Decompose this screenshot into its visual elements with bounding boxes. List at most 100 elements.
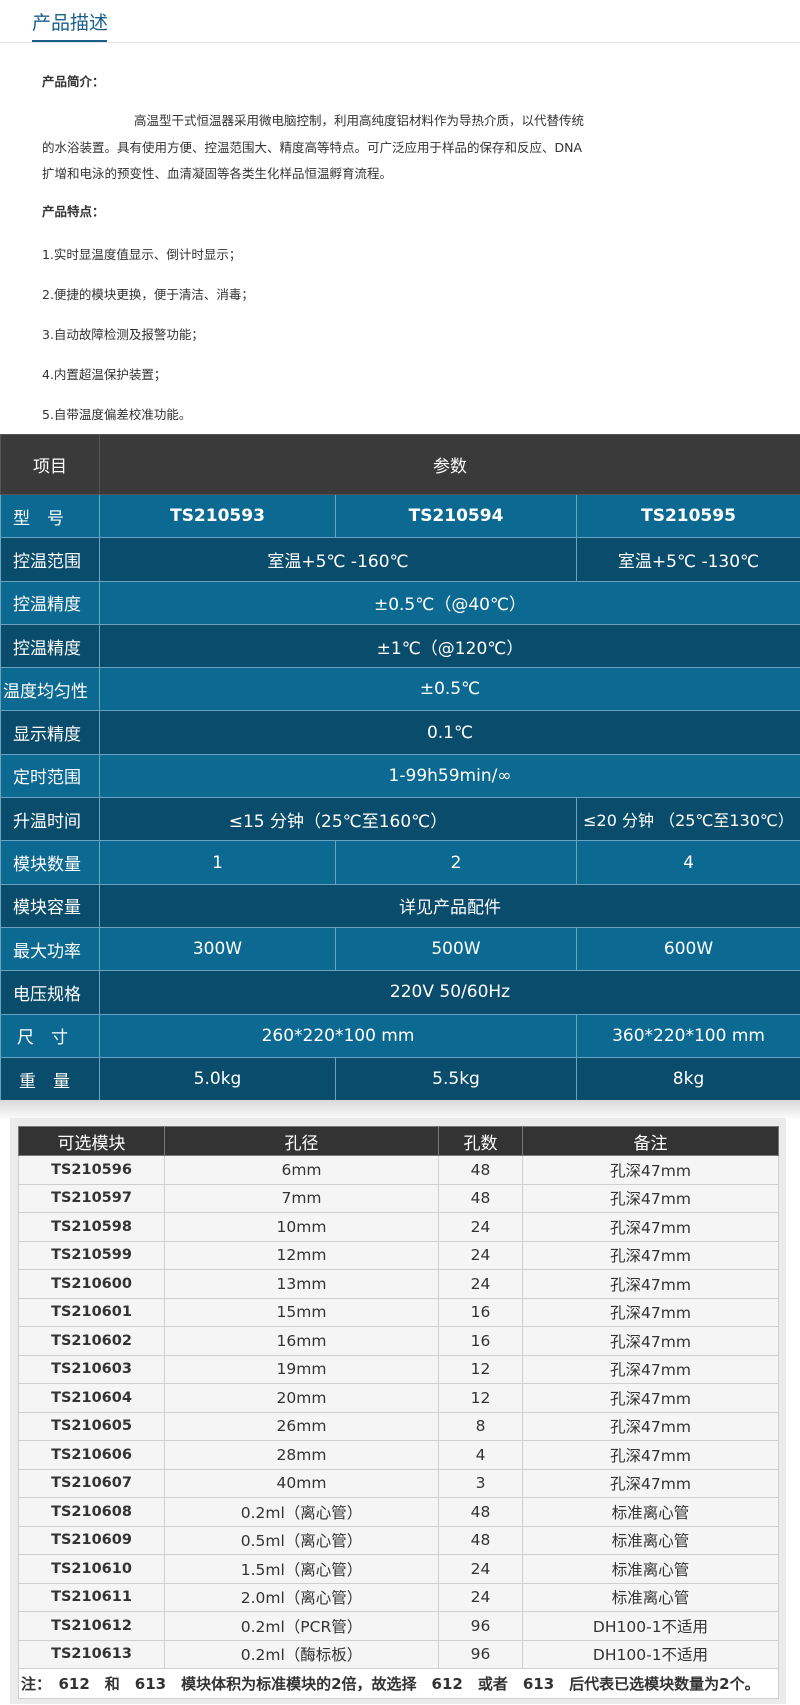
module-code-cell: TS210610: [18, 1554, 165, 1584]
spec-cell: 室温+5℃ -160℃: [99, 537, 577, 582]
spec-label: 型 号: [0, 493, 100, 539]
spec-label: 最大功率: [0, 926, 100, 972]
hole-count-cell: 96: [438, 1639, 523, 1669]
remark-cell: 孔深47mm: [522, 1468, 779, 1498]
spec-cell: 室温+5℃ -130℃: [575, 537, 800, 582]
remark-cell: 孔深47mm: [522, 1240, 779, 1270]
bore-cell: 15mm: [164, 1297, 439, 1327]
spec-cell: 1-99h59min/∞: [98, 753, 800, 799]
remark-cell: 孔深47mm: [522, 1411, 779, 1441]
spec-cell: 360*220*100 mm: [575, 1013, 800, 1058]
table-note-row: 注： 612 和 613 模块体积为标准模块的2倍，故选择 612 或者 613…: [18, 1668, 779, 1699]
table-row: TS210602 16mm 16 孔深47mm: [18, 1326, 779, 1356]
spec-row-timer: 定时范围 1-99h59min/∞: [0, 753, 800, 799]
intro-heading: 产品简介：: [42, 74, 105, 89]
table-row: TS210600 13mm 24 孔深47mm: [18, 1269, 779, 1299]
feature-item: 3.自动故障检测及报警功能；: [42, 327, 204, 342]
hole-count-cell: 12: [438, 1383, 523, 1413]
table-row: TS210601 15mm 16 孔深47mm: [18, 1297, 779, 1327]
hole-count-cell: 16: [438, 1326, 523, 1356]
column-header: 可选模块: [18, 1126, 165, 1156]
table-row: TS210608 0.2ml（离心管） 48 标准离心管: [18, 1497, 779, 1527]
spec-row-range: 控温范围 室温+5℃ -160℃ 室温+5℃ -130℃: [0, 537, 800, 582]
bore-cell: 2.0ml（离心管）: [164, 1582, 439, 1612]
bore-cell: 40mm: [164, 1468, 439, 1498]
module-code-cell: TS210607: [18, 1468, 165, 1498]
hole-count-cell: 24: [438, 1240, 523, 1270]
column-header: 孔数: [438, 1126, 523, 1156]
spec-cell: 260*220*100 mm: [99, 1013, 577, 1058]
table-row: TS210598 10mm 24 孔深47mm: [18, 1212, 779, 1242]
remark-cell: 标准离心管: [522, 1582, 779, 1612]
bore-cell: 0.2ml（酶标板）: [164, 1639, 439, 1669]
spec-cell: 500W: [335, 926, 577, 972]
hole-count-cell: 48: [438, 1497, 523, 1527]
spec-cell: 0.1℃: [98, 710, 800, 755]
remark-cell: 孔深47mm: [522, 1155, 779, 1185]
spec-row-size: 尺 寸 260*220*100 mm 360*220*100 mm: [0, 1013, 800, 1058]
spec-row-capacity: 模块容量 详见产品配件: [0, 883, 800, 928]
spec-row-heating: 升温时间 ≤15 分钟（25℃至160℃） ≤20 分钟 （25℃至130℃）: [0, 797, 800, 842]
feature-item: 2.便捷的模块更换，便于清洁、消毒；: [42, 287, 254, 302]
hole-count-cell: 12: [438, 1354, 523, 1384]
spec-row-model: 型 号 TS210593 TS210594 TS210595: [0, 493, 800, 539]
spec-header-param: 参数: [98, 434, 800, 495]
spec-label: 显示精度: [0, 710, 100, 755]
hole-count-cell: 96: [438, 1611, 523, 1641]
spec-cell: ±0.5℃（@40℃）: [98, 580, 800, 625]
table-row: TS210604 20mm 12 孔深47mm: [18, 1383, 779, 1413]
module-code-cell: TS210611: [18, 1582, 165, 1612]
spec-label: 重 量: [0, 1056, 100, 1102]
module-header-row: 可选模块 孔径 孔数 备注: [18, 1126, 779, 1156]
module-code-cell: TS210612: [18, 1611, 165, 1641]
module-table: 可选模块 孔径 孔数 备注 TS210596 6mm 48 孔深47mm TS21059…: [18, 1126, 779, 1699]
spec-cell: 详见产品配件: [98, 883, 800, 928]
spec-row-weight: 重 量 5.0kg 5.5kg 8kg: [0, 1056, 800, 1102]
module-code-cell: TS210602: [18, 1326, 165, 1356]
hole-count-cell: 24: [438, 1269, 523, 1299]
table-row: TS210597 7mm 48 孔深47mm: [18, 1183, 779, 1213]
table-row: TS210605 26mm 8 孔深47mm: [18, 1411, 779, 1441]
spec-cell: 600W: [575, 926, 800, 972]
table-row: TS210612 0.2ml（PCR管） 96 DH100-1不适用: [18, 1611, 779, 1641]
spec-label: 模块容量: [0, 883, 100, 928]
bore-cell: 0.2ml（PCR管）: [164, 1611, 439, 1641]
spec-cell: 2: [335, 840, 577, 885]
spec-label: 温度均匀性: [0, 667, 100, 712]
hole-count-cell: 48: [438, 1155, 523, 1185]
bore-cell: 0.5ml（离心管）: [164, 1525, 439, 1555]
bore-cell: 26mm: [164, 1411, 439, 1441]
remark-cell: 孔深47mm: [522, 1183, 779, 1213]
features-heading: 产品特点：: [42, 204, 105, 219]
remark-cell: 孔深47mm: [522, 1354, 779, 1384]
module-code-cell: TS210605: [18, 1411, 165, 1441]
table-row: TS210610 1.5ml（离心管） 24 标准离心管: [18, 1554, 779, 1584]
module-code-cell: TS210613: [18, 1639, 165, 1669]
column-header: 孔径: [164, 1126, 439, 1156]
remark-cell: 孔深47mm: [522, 1212, 779, 1242]
module-code-cell: TS210603: [18, 1354, 165, 1384]
module-table-panel: 可选模块 孔径 孔数 备注 TS210596 6mm 48 孔深47mm TS21059…: [10, 1118, 786, 1704]
remark-cell: 孔深47mm: [522, 1326, 779, 1356]
module-code-cell: TS210599: [18, 1240, 165, 1270]
module-code-cell: TS210596: [18, 1155, 165, 1185]
table-row: TS210599 12mm 24 孔深47mm: [18, 1240, 779, 1270]
spec-cell: TS210593: [99, 493, 336, 539]
spec-header-row: 项目 参数: [0, 434, 800, 495]
hole-count-cell: 3: [438, 1468, 523, 1498]
table-row: TS210611 2.0ml（离心管） 24 标准离心管: [18, 1582, 779, 1612]
remark-cell: 标准离心管: [522, 1554, 779, 1584]
spec-cell: ±1℃（@120℃）: [98, 623, 800, 669]
table-shadow: [0, 1100, 800, 1120]
bore-cell: 20mm: [164, 1383, 439, 1413]
spec-cell: 300W: [99, 926, 336, 972]
remark-cell: 标准离心管: [522, 1525, 779, 1555]
remark-cell: 孔深47mm: [522, 1297, 779, 1327]
spec-cell: 8kg: [575, 1056, 800, 1102]
spec-cell: 5.0kg: [99, 1056, 336, 1102]
hole-count-cell: 48: [438, 1183, 523, 1213]
bore-cell: 1.5ml（离心管）: [164, 1554, 439, 1584]
title-underline: [32, 40, 107, 42]
spec-row-accuracy-2: 控温精度 ±1℃（@120℃）: [0, 623, 800, 669]
module-code-cell: TS210608: [18, 1497, 165, 1527]
